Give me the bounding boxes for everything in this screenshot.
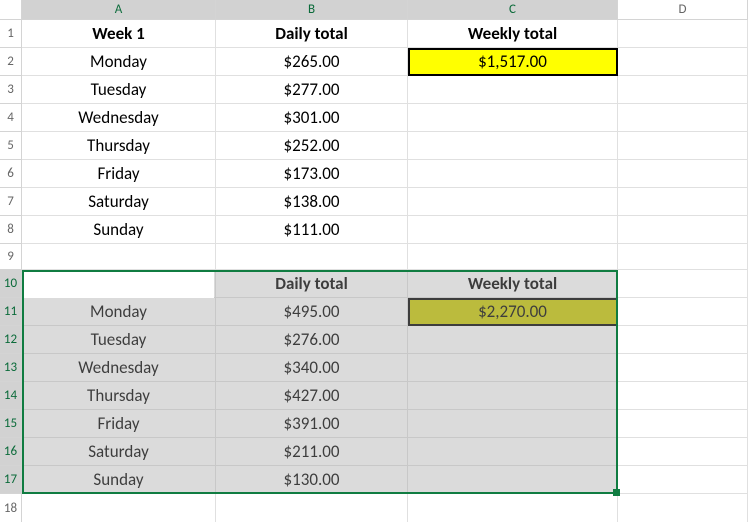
cell-d5[interactable] — [618, 132, 748, 160]
cell-b9[interactable] — [216, 244, 408, 270]
row-header-14[interactable]: 14 — [0, 382, 22, 410]
col-header-c[interactable]: C — [408, 0, 618, 20]
cell-b5[interactable]: $252.00 — [216, 132, 408, 160]
cell-c13[interactable] — [408, 354, 618, 382]
cell-b15[interactable]: $391.00 — [216, 410, 408, 438]
cell-c16[interactable] — [408, 438, 618, 466]
row-header-9[interactable]: 9 — [0, 244, 22, 270]
cell-d1[interactable] — [618, 20, 748, 48]
cell-b16[interactable]: $211.00 — [216, 438, 408, 466]
row-header-11[interactable]: 11 — [0, 298, 22, 326]
cell-d9[interactable] — [618, 244, 748, 270]
cell-a1[interactable]: Week 1 — [22, 20, 216, 48]
row-header-12[interactable]: 12 — [0, 326, 22, 354]
cell-b10[interactable]: Daily total — [216, 270, 408, 298]
cell-d16[interactable] — [618, 438, 748, 466]
cell-d10[interactable] — [618, 270, 748, 298]
cell-c8[interactable] — [408, 216, 618, 244]
cell-c12[interactable] — [408, 326, 618, 354]
cell-a12[interactable]: Tuesday — [22, 326, 216, 354]
cell-b14[interactable]: $427.00 — [216, 382, 408, 410]
cell-b2[interactable]: $265.00 — [216, 48, 408, 76]
cell-d3[interactable] — [618, 76, 748, 104]
cell-a16[interactable]: Saturday — [22, 438, 216, 466]
row-header-17[interactable]: 17 — [0, 466, 22, 494]
col-header-d[interactable]: D — [618, 0, 748, 20]
cell-a14[interactable]: Thursday — [22, 382, 216, 410]
cell-c7[interactable] — [408, 188, 618, 216]
cell-d12[interactable] — [618, 326, 748, 354]
cell-d6[interactable] — [618, 160, 748, 188]
row-header-6[interactable]: 6 — [0, 160, 22, 188]
row-header-15[interactable]: 15 — [0, 410, 22, 438]
cell-b13[interactable]: $340.00 — [216, 354, 408, 382]
cell-b1[interactable]: Daily total — [216, 20, 408, 48]
cell-d2[interactable] — [618, 48, 748, 76]
col-header-a[interactable]: A — [22, 0, 216, 20]
row-header-1[interactable]: 1 — [0, 20, 22, 48]
cell-a11[interactable]: Monday — [22, 298, 216, 326]
cell-c10[interactable]: Weekly total — [408, 270, 618, 298]
row-header-3[interactable]: 3 — [0, 76, 22, 104]
cell-a6[interactable]: Friday — [22, 160, 216, 188]
cell-a4[interactable]: Wednesday — [22, 104, 216, 132]
cell-d17[interactable] — [618, 466, 748, 494]
cell-b4[interactable]: $301.00 — [216, 104, 408, 132]
cell-d13[interactable] — [618, 354, 748, 382]
cell-a7[interactable]: Saturday — [22, 188, 216, 216]
cell-a13[interactable]: Wednesday — [22, 354, 216, 382]
cell-b8[interactable]: $111.00 — [216, 216, 408, 244]
row-header-4[interactable]: 4 — [0, 104, 22, 132]
cell-d11[interactable] — [618, 298, 748, 326]
cell-c14[interactable] — [408, 382, 618, 410]
cell-c5[interactable] — [408, 132, 618, 160]
cell-b7[interactable]: $138.00 — [216, 188, 408, 216]
row-header-2[interactable]: 2 — [0, 48, 22, 76]
cell-a17[interactable]: Sunday — [22, 466, 216, 494]
cell-a3[interactable]: Tuesday — [22, 76, 216, 104]
cell-c3[interactable] — [408, 76, 618, 104]
row-header-10[interactable]: 10 — [0, 270, 22, 298]
cell-c11-weekly-total[interactable]: $2,270.00 — [408, 298, 618, 326]
spreadsheet-grid[interactable]: A B C D 1 Week 1 Daily total Weekly tota… — [0, 0, 750, 522]
cell-c17[interactable] — [408, 466, 618, 494]
cell-d15[interactable] — [618, 410, 748, 438]
cell-a15[interactable]: Friday — [22, 410, 216, 438]
cell-d4[interactable] — [618, 104, 748, 132]
row-header-8[interactable]: 8 — [0, 216, 22, 244]
cell-d14[interactable] — [618, 382, 748, 410]
cell-a9[interactable] — [22, 244, 216, 270]
cell-c6[interactable] — [408, 160, 618, 188]
cell-a5[interactable]: Thursday — [22, 132, 216, 160]
row-header-16[interactable]: 16 — [0, 438, 22, 466]
cell-b6[interactable]: $173.00 — [216, 160, 408, 188]
cell-c9[interactable] — [408, 244, 618, 270]
row-header-5[interactable]: 5 — [0, 132, 22, 160]
cell-b3[interactable]: $277.00 — [216, 76, 408, 104]
cell-c1[interactable]: Weekly total — [408, 20, 618, 48]
cell-c4[interactable] — [408, 104, 618, 132]
cell-d7[interactable] — [618, 188, 748, 216]
row-header-7[interactable]: 7 — [0, 188, 22, 216]
cell-c15[interactable] — [408, 410, 618, 438]
cell-b17[interactable]: $130.00 — [216, 466, 408, 494]
cell-a2[interactable]: Monday — [22, 48, 216, 76]
select-all-corner[interactable] — [0, 0, 22, 20]
cell-b11[interactable]: $495.00 — [216, 298, 408, 326]
row-header-13[interactable]: 13 — [0, 354, 22, 382]
cell-c2-weekly-total[interactable]: $1,517.00 — [408, 48, 618, 76]
cell-a8[interactable]: Sunday — [22, 216, 216, 244]
cell-b12[interactable]: $276.00 — [216, 326, 408, 354]
cell-d8[interactable] — [618, 216, 748, 244]
col-header-b[interactable]: B — [216, 0, 408, 20]
active-cell-overlay — [24, 272, 214, 298]
